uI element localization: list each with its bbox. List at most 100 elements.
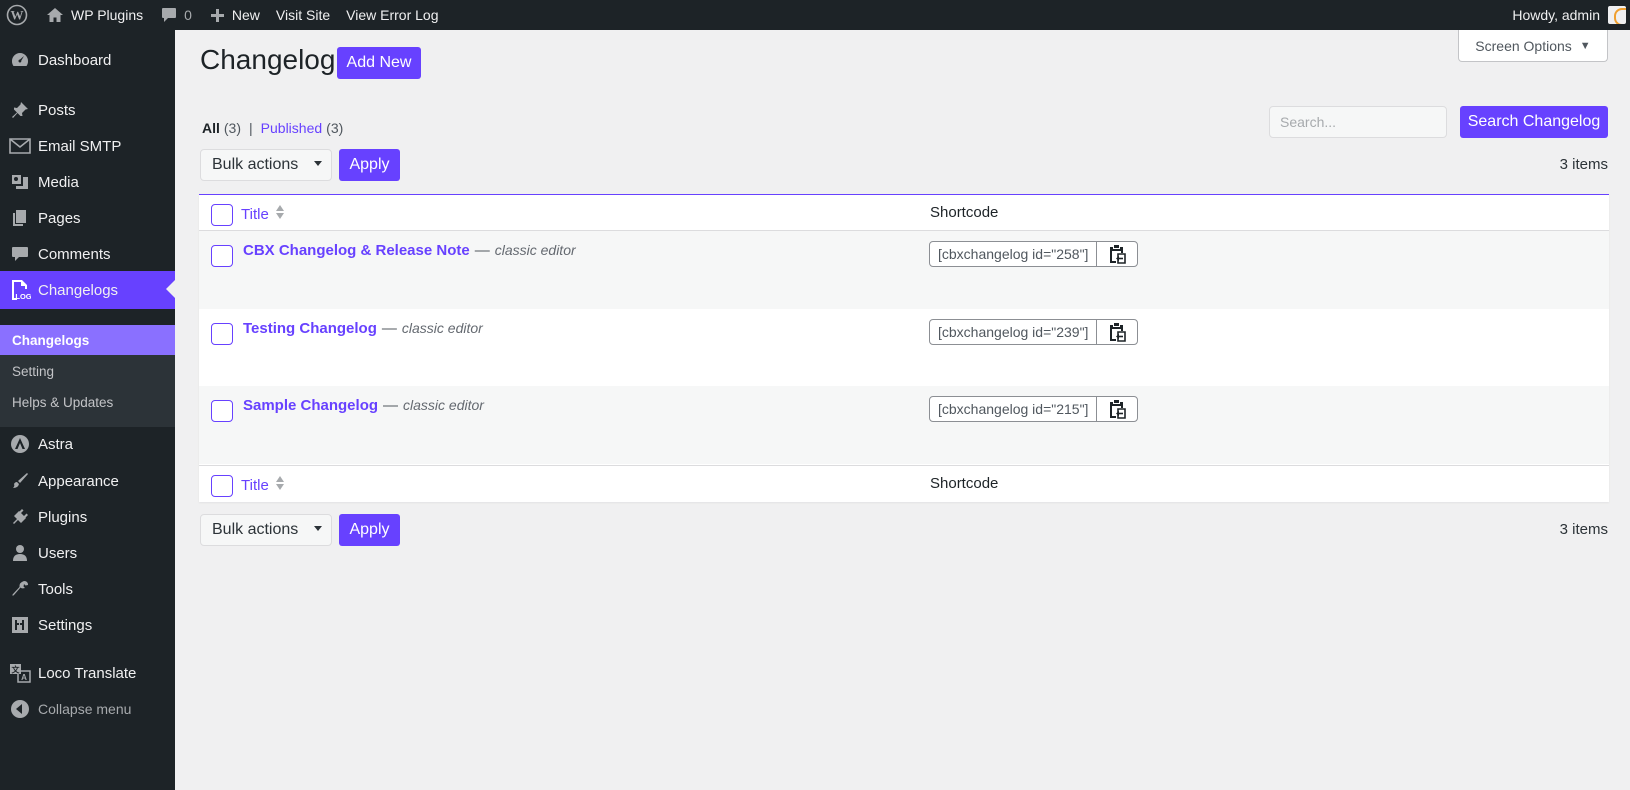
home-icon bbox=[46, 7, 64, 23]
menu-label-astra: Astra bbox=[38, 435, 74, 453]
site-name-label: WP Plugins bbox=[71, 7, 144, 23]
menu-label-comments: Comments bbox=[38, 245, 111, 263]
view-error-log-link[interactable]: View Error Log bbox=[338, 0, 446, 30]
add-new-button[interactable]: Add New bbox=[337, 47, 421, 79]
row-checkbox[interactable] bbox=[211, 400, 233, 422]
pin-icon bbox=[0, 100, 38, 120]
menu-item-tools[interactable]: Tools bbox=[0, 571, 175, 607]
admin-bar: W WP Plugins 0 New Visit Site View Error… bbox=[0, 0, 1630, 30]
menu-label-plugins: Plugins bbox=[38, 508, 88, 526]
row-title-link[interactable]: Sample Changelog bbox=[243, 397, 378, 414]
settings-icon bbox=[0, 615, 38, 635]
mail-icon bbox=[0, 137, 38, 155]
shortcode-field: [cbxchangelog id="239"] bbox=[929, 319, 1139, 345]
search-changelog-button[interactable]: Search Changelog bbox=[1460, 106, 1608, 138]
submenu-label-setting: Setting bbox=[12, 363, 55, 379]
submenu-item-helps-updates[interactable]: Helps & Updates bbox=[0, 387, 175, 417]
submenu-item-setting[interactable]: Setting bbox=[0, 356, 175, 386]
menu-item-appearance[interactable]: Appearance bbox=[0, 463, 175, 499]
menu-item-loco-translate[interactable]: 文A Loco Translate bbox=[0, 655, 175, 691]
menu-item-astra[interactable]: Astra bbox=[0, 426, 175, 462]
admin-sidebar: Dashboard Posts Email SMTP Media Pages C… bbox=[0, 30, 175, 790]
dropdown-caret-icon bbox=[314, 161, 322, 166]
row-title: CBX Changelog & Release Note — classic e… bbox=[243, 242, 576, 259]
select-all-checkbox-footer[interactable] bbox=[211, 475, 233, 497]
search-input[interactable] bbox=[1269, 106, 1447, 138]
title-column-footer[interactable]: Title bbox=[241, 475, 285, 495]
visit-site-link[interactable]: Visit Site bbox=[268, 0, 338, 30]
items-count-bottom: 3 items bbox=[1559, 521, 1608, 538]
main-content: Screen Options ▼ Changelog Add New All (… bbox=[175, 30, 1630, 790]
row-title-separator: — bbox=[381, 320, 397, 337]
comment-icon bbox=[0, 244, 38, 264]
menu-item-pages[interactable]: Pages bbox=[0, 200, 175, 236]
apply-button-top[interactable]: Apply bbox=[339, 149, 400, 181]
svg-text:W: W bbox=[11, 8, 24, 23]
collapse-menu-label: Collapse menu bbox=[38, 701, 132, 717]
shortcode-text[interactable]: [cbxchangelog id="258"] bbox=[930, 242, 1098, 266]
collapse-menu-button[interactable]: Collapse menu bbox=[0, 691, 175, 727]
shortcode-text[interactable]: [cbxchangelog id="239"] bbox=[930, 320, 1098, 344]
wordpress-logo-icon[interactable]: W bbox=[0, 0, 38, 30]
menu-label-dashboard: Dashboard bbox=[38, 51, 112, 69]
comments-link[interactable]: 0 bbox=[151, 0, 202, 30]
menu-item-users[interactable]: Users bbox=[0, 535, 175, 571]
table-row: CBX Changelog & Release Note — classic e… bbox=[199, 231, 1609, 309]
menu-label-appearance: Appearance bbox=[38, 472, 119, 490]
row-title-separator: — bbox=[474, 242, 490, 259]
caret-down-icon: ▼ bbox=[1579, 39, 1591, 52]
submenu-item-changelogs[interactable]: Changelogs bbox=[0, 325, 175, 355]
menu-item-email-smtp[interactable]: Email SMTP bbox=[0, 128, 175, 164]
screen-options-button[interactable]: Screen Options ▼ bbox=[1458, 30, 1608, 62]
apply-button-bottom[interactable]: Apply bbox=[339, 514, 400, 546]
row-checkbox[interactable] bbox=[211, 245, 233, 267]
bulk-actions-select-top[interactable]: Bulk actions bbox=[200, 149, 332, 181]
view-error-log-label: View Error Log bbox=[346, 7, 439, 23]
menu-item-comments[interactable]: Comments bbox=[0, 236, 175, 272]
submenu-label-changelogs: Changelogs bbox=[12, 332, 90, 348]
shortcode-column-header: Shortcode bbox=[930, 204, 999, 221]
status-filters: All (3) | Published (3) bbox=[202, 120, 343, 136]
menu-item-settings[interactable]: Settings bbox=[0, 607, 175, 643]
page-title: Changelog bbox=[200, 44, 336, 75]
menu-item-media[interactable]: Media bbox=[0, 164, 175, 200]
sort-icon bbox=[275, 475, 285, 495]
my-account-menu[interactable]: Howdy, admin bbox=[1512, 0, 1630, 30]
bulk-actions-select-bottom[interactable]: Bulk actions bbox=[200, 514, 332, 546]
site-name-link[interactable]: WP Plugins bbox=[38, 0, 151, 30]
title-column-header[interactable]: Title bbox=[241, 204, 285, 224]
filter-published-link[interactable]: Published bbox=[261, 120, 323, 136]
title-column-label: Title bbox=[241, 205, 269, 223]
new-content-link[interactable]: New bbox=[202, 0, 268, 30]
title-column-footer-label: Title bbox=[241, 476, 269, 494]
row-checkbox[interactable] bbox=[211, 323, 233, 345]
submenu-label-helps-updates: Helps & Updates bbox=[12, 394, 114, 410]
row-title: Testing Changelog — classic editor bbox=[243, 320, 483, 337]
clipboard-copy-icon[interactable] bbox=[1097, 320, 1137, 344]
select-all-checkbox[interactable] bbox=[211, 204, 233, 226]
menu-label-pages: Pages bbox=[38, 209, 81, 227]
row-post-state: classic editor bbox=[401, 320, 483, 336]
menu-item-dashboard[interactable]: Dashboard bbox=[0, 42, 175, 78]
filter-all-link[interactable]: All bbox=[202, 120, 220, 136]
user-icon bbox=[0, 543, 38, 563]
items-count-top: 3 items bbox=[1559, 156, 1608, 173]
menu-label-posts: Posts bbox=[38, 101, 76, 119]
svg-text:LOG: LOG bbox=[15, 292, 31, 301]
shortcode-text[interactable]: [cbxchangelog id="215"] bbox=[930, 397, 1098, 421]
menu-item-changelogs[interactable]: LOG Changelogs bbox=[0, 271, 175, 309]
visit-site-label: Visit Site bbox=[275, 7, 331, 23]
row-title: Sample Changelog — classic editor bbox=[243, 397, 484, 414]
menu-item-posts[interactable]: Posts bbox=[0, 92, 175, 128]
clipboard-copy-icon[interactable] bbox=[1097, 242, 1137, 266]
menu-item-plugins[interactable]: Plugins bbox=[0, 499, 175, 535]
howdy-greeting: Howdy, admin bbox=[1512, 7, 1600, 23]
clipboard-copy-icon[interactable] bbox=[1097, 397, 1137, 421]
row-title-link[interactable]: Testing Changelog bbox=[243, 320, 377, 337]
svg-text:文: 文 bbox=[12, 665, 21, 675]
menu-label-users: Users bbox=[38, 544, 78, 562]
row-post-state: classic editor bbox=[403, 397, 484, 413]
new-label: New bbox=[231, 7, 260, 23]
menu-label-settings: Settings bbox=[38, 616, 93, 634]
row-title-link[interactable]: CBX Changelog & Release Note bbox=[243, 242, 470, 259]
